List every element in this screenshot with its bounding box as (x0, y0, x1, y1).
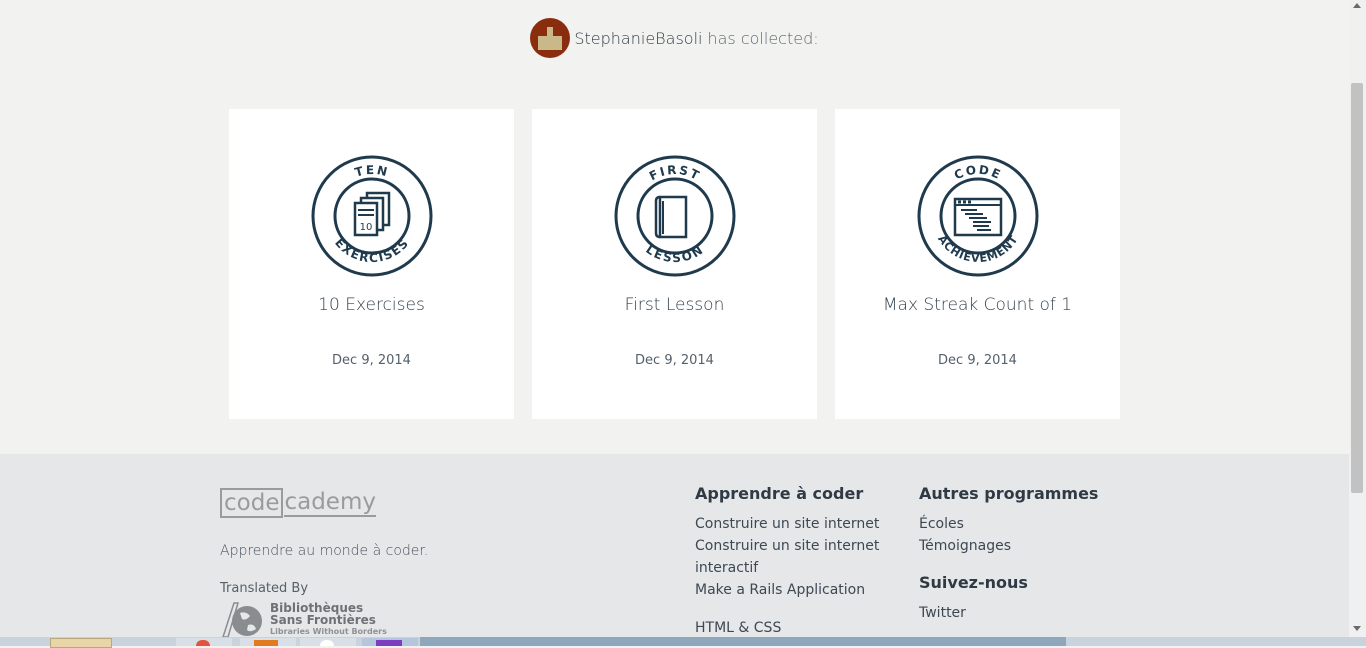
badge-date: Dec 9, 2014 (938, 353, 1017, 368)
collector-suffix: has collected: (707, 28, 819, 48)
svg-text:TEN: TEN (353, 163, 390, 180)
logo-boxed-text: code (220, 488, 284, 518)
svg-text:LESSON: LESSON (643, 242, 706, 265)
page: StephanieBasoli has collected: TEN EXERC… (0, 0, 1349, 646)
globe-book-icon (221, 602, 262, 638)
taskbar-browser-icon (196, 640, 210, 646)
badge-ring-bottom: LESSON (643, 242, 704, 265)
footer: code cademy Apprendre au monde à coder. … (0, 454, 1349, 646)
taskbar-app-icon (320, 640, 334, 646)
badge-card[interactable]: CODE ACHIEVEMENT Max Streak Count of 1 D… (835, 109, 1120, 419)
badge-title: Max Streak Count of 1 (882, 295, 1073, 315)
taskbar-app-icon (376, 640, 402, 646)
footer-link-build-website[interactable]: Construire un site internet (695, 513, 895, 535)
footer-link-html-css[interactable]: HTML & CSS (695, 617, 895, 639)
badge-ring-bottom: ACHIEVEMENT (935, 233, 1020, 265)
vertical-scrollbar[interactable] (1349, 0, 1366, 646)
ten-exercises-badge-icon: TEN EXERCISES 10 (311, 155, 433, 277)
scroll-down-arrow-icon[interactable] (1353, 626, 1361, 631)
badge-title: First Lesson (624, 295, 725, 315)
taskbar-active-strip (420, 637, 1066, 646)
translated-by-label: Translated By (220, 581, 309, 596)
footer-link-schools[interactable]: Écoles (919, 513, 1119, 535)
first-lesson-badge-icon: FIRST LESSON (614, 155, 736, 277)
follow-heading: Suivez-nous (919, 573, 1028, 592)
partner-line2: Sans Frontières (270, 613, 376, 627)
badge-inner-number: 10 (360, 222, 373, 233)
footer-link-twitter[interactable]: Twitter (919, 602, 1119, 624)
taskbar-folder-icon[interactable] (50, 638, 112, 648)
taskbar-app-icon (254, 640, 278, 646)
svg-text:EXERCISES: EXERCISES (332, 236, 412, 266)
footer-programs-column: Autres programmes Écoles Témoignages Sui… (919, 484, 1119, 624)
collector-header: StephanieBasoli has collected: (0, 18, 1349, 58)
scroll-thumb[interactable] (1351, 83, 1363, 493)
user-avatar[interactable] (530, 18, 571, 58)
footer-link-build-interactive-website[interactable]: Construire un site internet interactif (695, 535, 895, 579)
footer-link-rails-app[interactable]: Make a Rails Application (695, 579, 895, 601)
logo-tail-text: cademy (284, 489, 376, 517)
learn-heading: Apprendre à coder (695, 484, 864, 503)
taskbar (0, 637, 1366, 648)
badge-card[interactable]: TEN EXERCISES 10 10 Exercises Dec 9, 201… (229, 109, 514, 419)
badge-cards: TEN EXERCISES 10 10 Exercises Dec 9, 201… (229, 109, 1120, 419)
partner-logo[interactable]: Bibliothèques Sans Frontières Libraries … (220, 601, 387, 639)
badge-title: 10 Exercises (318, 295, 425, 315)
programs-heading: Autres programmes (919, 484, 1099, 503)
badge-date: Dec 9, 2014 (635, 353, 714, 368)
footer-learn-column: Apprendre à coder Construire un site int… (695, 484, 895, 639)
code-achievement-badge-icon: CODE ACHIEVEMENT (917, 155, 1039, 277)
badge-ring-bottom: EXERCISES (332, 236, 410, 266)
footer-link-testimonials[interactable]: Témoignages (919, 535, 1119, 557)
badge-date: Dec 9, 2014 (332, 353, 411, 368)
badge-ring-top: TEN (353, 163, 388, 180)
codecademy-logo[interactable]: code cademy (220, 488, 376, 518)
svg-text:ACHIEVEMENT: ACHIEVEMENT (935, 233, 1021, 265)
footer-tagline: Apprendre au monde à coder. (220, 543, 429, 559)
scroll-up-arrow-icon[interactable] (1353, 3, 1361, 8)
collector-username[interactable]: StephanieBasoli (574, 29, 702, 48)
badge-card[interactable]: FIRST LESSON First Lesson Dec 9, 2014 (532, 109, 817, 419)
